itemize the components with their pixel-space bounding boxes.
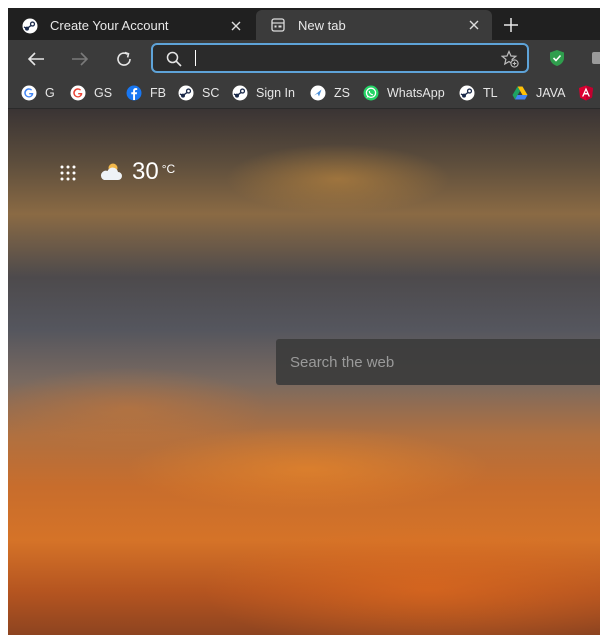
bookmark-label: TL: [483, 86, 498, 100]
weather-widget[interactable]: 30 °C: [98, 158, 175, 187]
close-icon[interactable]: [228, 18, 244, 34]
bookmark-angular[interactable]: [578, 83, 600, 103]
facebook-icon: [126, 85, 142, 101]
search-icon: [166, 51, 182, 72]
temperature-unit: °C: [161, 162, 176, 176]
bookmark-tl[interactable]: TL: [459, 83, 498, 103]
apps-grid-icon[interactable]: [59, 164, 77, 187]
toolbar: [8, 40, 600, 78]
bookmark-gs[interactable]: GS: [70, 83, 112, 103]
steam-icon: [178, 85, 194, 101]
bookmark-label: FB: [150, 86, 166, 100]
web-search-box[interactable]: [276, 339, 600, 385]
bookmark-label: GS: [94, 86, 113, 100]
bookmark-label: JAVA: [536, 86, 566, 100]
bookmark-fb[interactable]: FB: [126, 83, 166, 103]
tab-new-tab[interactable]: New tab: [256, 10, 492, 40]
google-icon: [21, 85, 37, 101]
temperature-value: 30: [132, 158, 159, 185]
bookmark-whatsapp[interactable]: WhatsApp: [363, 83, 445, 103]
refresh-icon: [117, 51, 131, 66]
cloud-sun-icon: [98, 162, 124, 187]
whatsapp-icon: [363, 85, 379, 101]
forward-button[interactable]: [68, 47, 92, 71]
bookmark-label: ZS: [334, 86, 350, 100]
address-input[interactable]: [193, 49, 487, 69]
tab-strip: Create Your Account New tab: [8, 8, 600, 40]
bookmark-label: SC: [202, 86, 220, 100]
new-tab-button[interactable]: [500, 14, 522, 36]
extension-icon[interactable]: [592, 52, 600, 64]
bookmark-g[interactable]: G: [21, 83, 55, 103]
google-drive-icon: [512, 85, 528, 101]
web-search-input[interactable]: [288, 351, 592, 373]
steam-icon: [232, 85, 248, 101]
back-button[interactable]: [24, 47, 48, 71]
tab-title: Create Your Account: [50, 18, 169, 33]
address-bar[interactable]: [151, 43, 529, 73]
add-favorite-icon[interactable]: [500, 50, 519, 73]
bookmarks-bar: G GS FB SC Sign In ZS WhatsApp TL JAVA: [8, 78, 600, 109]
reload-button[interactable]: [112, 47, 136, 71]
bookmark-zs[interactable]: ZS: [310, 83, 350, 103]
arrow-left-icon: [27, 52, 44, 66]
bookmark-sign-in[interactable]: Sign In: [232, 83, 295, 103]
tab-create-account[interactable]: Create Your Account: [8, 11, 254, 40]
shield-extension-icon[interactable]: [549, 49, 565, 72]
new-tab-page: 30 °C: [8, 109, 600, 635]
browser-window: Create Your Account New tab G GS FB SC S…: [8, 8, 600, 635]
bookmark-label: WhatsApp: [387, 86, 445, 100]
angular-icon: [578, 85, 594, 101]
google-icon: [70, 85, 86, 101]
close-icon[interactable]: [466, 17, 482, 33]
plus-icon: [504, 18, 518, 32]
steam-icon: [22, 18, 38, 34]
bookmark-java[interactable]: JAVA: [512, 83, 565, 103]
bookmark-sc[interactable]: SC: [178, 83, 219, 103]
bookmark-label: Sign In: [256, 86, 295, 100]
tab-title: New tab: [298, 17, 346, 33]
newtab-page-icon: [270, 17, 286, 33]
text-caret: [195, 50, 196, 66]
zs-icon: [310, 85, 326, 101]
steam-icon: [459, 85, 475, 101]
arrow-right-icon: [72, 52, 89, 66]
bookmark-label: G: [45, 86, 55, 100]
